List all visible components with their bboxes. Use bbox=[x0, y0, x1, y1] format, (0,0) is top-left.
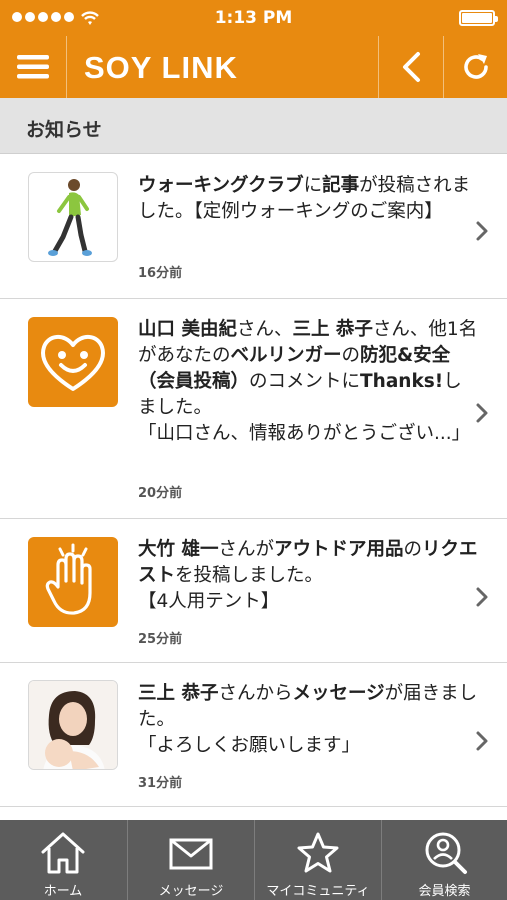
heart-face-thumbnail bbox=[28, 317, 118, 407]
status-time: 1:13 PM bbox=[214, 8, 293, 28]
chevron-right-icon bbox=[476, 731, 488, 751]
notification-text-run: のコメントに bbox=[249, 371, 361, 392]
notification-time: 16分前 bbox=[138, 266, 183, 281]
notification-item[interactable]: 大竹 雄一さんがアウトドア用品のリクエストを投稿しました。 【4人用テント】 25… bbox=[0, 519, 507, 663]
app-screen: 1:13 PM SOY LINK お知らせ ウォーキングクラブに記事が投稿されま… bbox=[0, 0, 507, 900]
tab-home[interactable]: ホーム bbox=[0, 820, 126, 900]
notification-text-bold: 記事 bbox=[322, 175, 360, 196]
mother-baby-photo bbox=[29, 681, 117, 769]
notification-text-bold: 三上 恭子 bbox=[138, 683, 219, 704]
notification-text-bold: アウトドア用品 bbox=[273, 539, 404, 560]
notification-list: ウォーキングクラブに記事が投稿されました。【定例ウォーキングのご案内】 16分前… bbox=[0, 155, 507, 807]
home-icon bbox=[41, 832, 85, 874]
tab-bar: ホーム メッセージ マイコミュニティ 会員検索 bbox=[0, 820, 507, 900]
nav-divider bbox=[66, 36, 67, 98]
notification-text-run: の bbox=[403, 539, 422, 560]
notification-text: 三上 恭子さんからメッセージが届きました。 「よろしくお願いします」 bbox=[138, 681, 478, 759]
notification-text-run: さんから bbox=[218, 683, 293, 704]
tab-member-search[interactable]: 会員検索 bbox=[382, 820, 507, 900]
notification-text-bold: 山口 美由紀 bbox=[138, 319, 237, 340]
tab-label: メッセージ bbox=[158, 884, 224, 899]
hamburger-icon bbox=[17, 55, 49, 79]
chevron-left-icon bbox=[403, 52, 420, 82]
notification-time: 31分前 bbox=[138, 776, 183, 791]
chevron-right-icon bbox=[476, 221, 488, 241]
battery-icon bbox=[459, 10, 498, 26]
notification-text: 大竹 雄一さんがアウトドア用品のリクエストを投稿しました。 【4人用テント】 bbox=[138, 537, 478, 615]
notification-text: 山口 美由紀さん、三上 恭子さん、他1名があなたのベルリンガーの防犯&安全（会員… bbox=[138, 317, 478, 447]
search-person-icon bbox=[425, 832, 467, 874]
notification-text-run: 【4人用テント】 bbox=[138, 591, 280, 612]
notification-item[interactable]: ウォーキングクラブに記事が投稿されました。【定例ウォーキングのご案内】 16分前 bbox=[0, 155, 507, 299]
notification-time: 25分前 bbox=[138, 632, 183, 647]
star-icon bbox=[297, 832, 339, 873]
notification-text: ウォーキングクラブに記事が投稿されました。【定例ウォーキングのご案内】 bbox=[138, 173, 478, 225]
notification-text-run: さんが bbox=[218, 539, 274, 560]
notification-text-bold: メッセージ bbox=[292, 683, 385, 704]
notification-text-run: を投稿しました。 bbox=[175, 565, 324, 586]
tab-label: マイコミュニティ bbox=[266, 884, 370, 899]
notification-text-bold: Thanks! bbox=[360, 371, 444, 392]
tab-messages[interactable]: メッセージ bbox=[128, 820, 254, 900]
raised-hand-thumbnail bbox=[28, 537, 118, 627]
top-bar: 1:13 PM SOY LINK bbox=[0, 0, 507, 98]
notification-text-run: に bbox=[303, 175, 323, 196]
raised-hand-icon bbox=[45, 543, 92, 615]
tab-label: ホーム bbox=[43, 884, 83, 899]
envelope-icon bbox=[169, 838, 213, 870]
chevron-right-icon bbox=[476, 587, 488, 607]
notification-item[interactable]: 山口 美由紀さん、三上 恭子さん、他1名があなたのベルリンガーの防犯&安全（会員… bbox=[0, 299, 507, 519]
chevron-right-icon bbox=[476, 403, 488, 423]
notification-text-bold: ウォーキングクラブ bbox=[138, 175, 304, 196]
notification-time: 20分前 bbox=[138, 486, 183, 501]
tab-my-community[interactable]: マイコミュニティ bbox=[255, 820, 381, 900]
notification-text-run: 「山口さん、情報ありがとうござい...」 bbox=[138, 423, 471, 444]
walking-person-photo bbox=[48, 179, 92, 256]
refresh-icon bbox=[463, 54, 488, 79]
notification-item[interactable]: 三上 恭子さんからメッセージが届きました。 「よろしくお願いします」 31分前 bbox=[0, 663, 507, 807]
mother-baby-thumbnail bbox=[28, 680, 118, 770]
notification-text-bold: 三上 恭子 bbox=[292, 319, 373, 340]
menu-button[interactable] bbox=[0, 36, 66, 98]
section-header: お知らせ bbox=[0, 98, 507, 154]
notification-text-run: さん、 bbox=[236, 319, 293, 340]
heart-face-icon bbox=[41, 335, 105, 391]
notification-text-run: の bbox=[341, 345, 361, 366]
notification-text-run: 「よろしくお願いします」 bbox=[138, 735, 361, 756]
nav-bar: SOY LINK bbox=[0, 36, 507, 98]
status-bar: 1:13 PM bbox=[0, 0, 507, 36]
refresh-button[interactable] bbox=[444, 36, 507, 98]
back-button[interactable] bbox=[379, 36, 443, 98]
notification-text-bold: 大竹 雄一 bbox=[138, 539, 219, 560]
app-logo: SOY LINK bbox=[84, 50, 238, 85]
notification-text-bold: ベルリンガー bbox=[230, 345, 342, 366]
tab-label: 会員検索 bbox=[418, 884, 471, 899]
walking-person-thumbnail bbox=[28, 172, 118, 262]
